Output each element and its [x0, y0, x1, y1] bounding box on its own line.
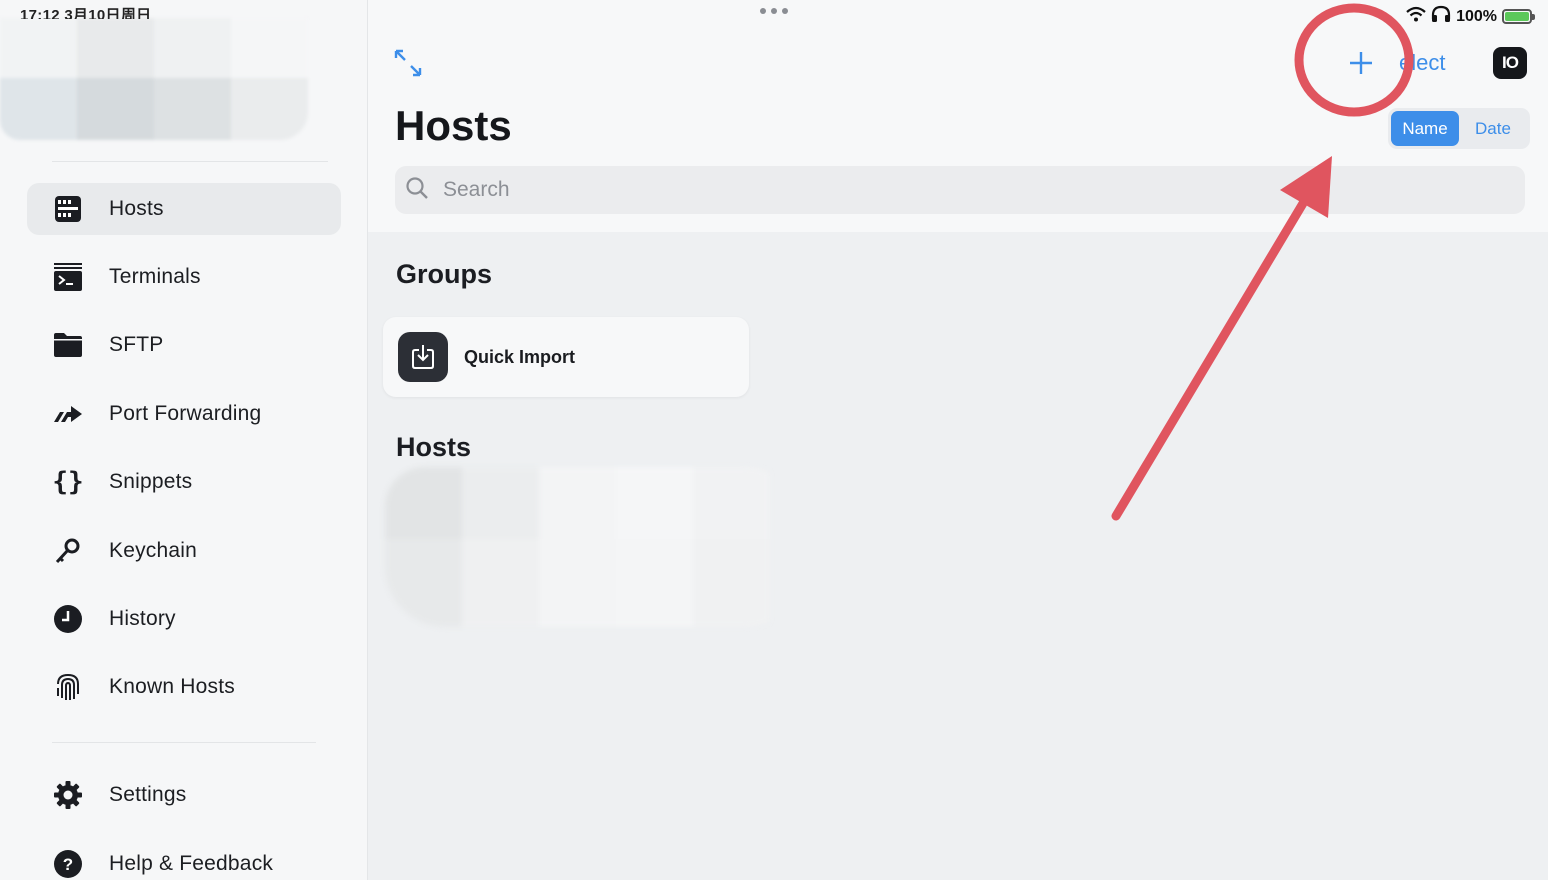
select-button[interactable]: elect — [1399, 50, 1445, 76]
add-host-button[interactable] — [1340, 44, 1382, 86]
sidebar-item-help-feedback[interactable]: ? Help & Feedback — [27, 838, 341, 880]
port-forward-icon — [53, 399, 83, 429]
sidebar-item-port-forwarding[interactable]: Port Forwarding — [27, 388, 341, 440]
sidebar-item-sftp[interactable]: SFTP — [27, 319, 341, 371]
sidebar-divider — [52, 742, 316, 743]
search-bar[interactable] — [395, 166, 1525, 214]
sort-toggle[interactable]: Name Date — [1388, 108, 1530, 149]
headphones-icon — [1431, 5, 1451, 28]
search-input[interactable] — [443, 178, 1343, 202]
sidebar-item-label: Terminals — [109, 265, 201, 288]
sidebar-item-label: Snippets — [109, 470, 193, 493]
sidebar-item-label: Known Hosts — [109, 675, 235, 698]
blurred-host-card — [385, 467, 805, 627]
battery-percent: 100% — [1456, 7, 1497, 25]
plus-icon — [1348, 50, 1374, 81]
status-bar-right: 100% — [1406, 5, 1535, 28]
app-screen: Hosts Terminals SFTP Port Forwarding {} … — [0, 0, 1548, 880]
groups-section-title: Groups — [396, 259, 493, 289]
hosts-icon — [53, 194, 83, 224]
sidebar-item-label: History — [109, 607, 176, 630]
sidebar: Hosts Terminals SFTP Port Forwarding {} … — [0, 0, 368, 880]
sidebar-item-history[interactable]: History — [27, 593, 341, 645]
sidebar-item-label: Settings — [109, 783, 187, 806]
gear-icon — [53, 780, 83, 810]
sidebar-divider — [52, 161, 328, 162]
group-label: Quick Import — [464, 346, 576, 367]
sort-option-name[interactable]: Name — [1391, 111, 1459, 146]
blurred-profile-area — [0, 18, 308, 140]
wifi-icon — [1406, 6, 1426, 27]
annotation-arrow-shaft — [1111, 195, 1310, 521]
import-icon — [398, 332, 448, 382]
page-title: Hosts — [395, 102, 512, 149]
sidebar-item-known-hosts[interactable]: Known Hosts — [27, 661, 341, 713]
svg-text:?: ? — [63, 855, 73, 874]
sort-option-date[interactable]: Date — [1459, 111, 1527, 146]
app-logo[interactable]: IO — [1493, 47, 1527, 79]
folder-icon — [53, 330, 83, 360]
sidebar-item-label: Hosts — [109, 197, 164, 220]
key-icon — [53, 536, 83, 566]
battery-icon — [1502, 9, 1535, 24]
ellipsis-icon[interactable] — [760, 8, 788, 14]
expand-icon[interactable] — [393, 48, 423, 78]
clock-icon — [53, 604, 83, 634]
sidebar-item-label: Help & Feedback — [109, 852, 274, 875]
terminal-icon — [53, 262, 83, 292]
sidebar-item-keychain[interactable]: Keychain — [27, 525, 341, 577]
help-icon: ? — [53, 849, 83, 879]
sidebar-item-label: Port Forwarding — [109, 402, 262, 425]
braces-icon: {} — [52, 467, 84, 497]
fingerprint-icon — [53, 672, 83, 702]
sidebar-item-snippets[interactable]: {} Snippets — [27, 456, 341, 508]
group-card-quick-import[interactable]: Quick Import — [383, 317, 749, 397]
sidebar-item-hosts[interactable]: Hosts — [27, 183, 341, 235]
sidebar-item-label: SFTP — [109, 333, 164, 356]
sidebar-item-settings[interactable]: Settings — [27, 769, 341, 821]
hosts-section-title: Hosts — [396, 432, 472, 462]
search-icon — [405, 176, 429, 205]
sidebar-item-label: Keychain — [109, 539, 197, 562]
sidebar-item-terminals[interactable]: Terminals — [27, 251, 341, 303]
